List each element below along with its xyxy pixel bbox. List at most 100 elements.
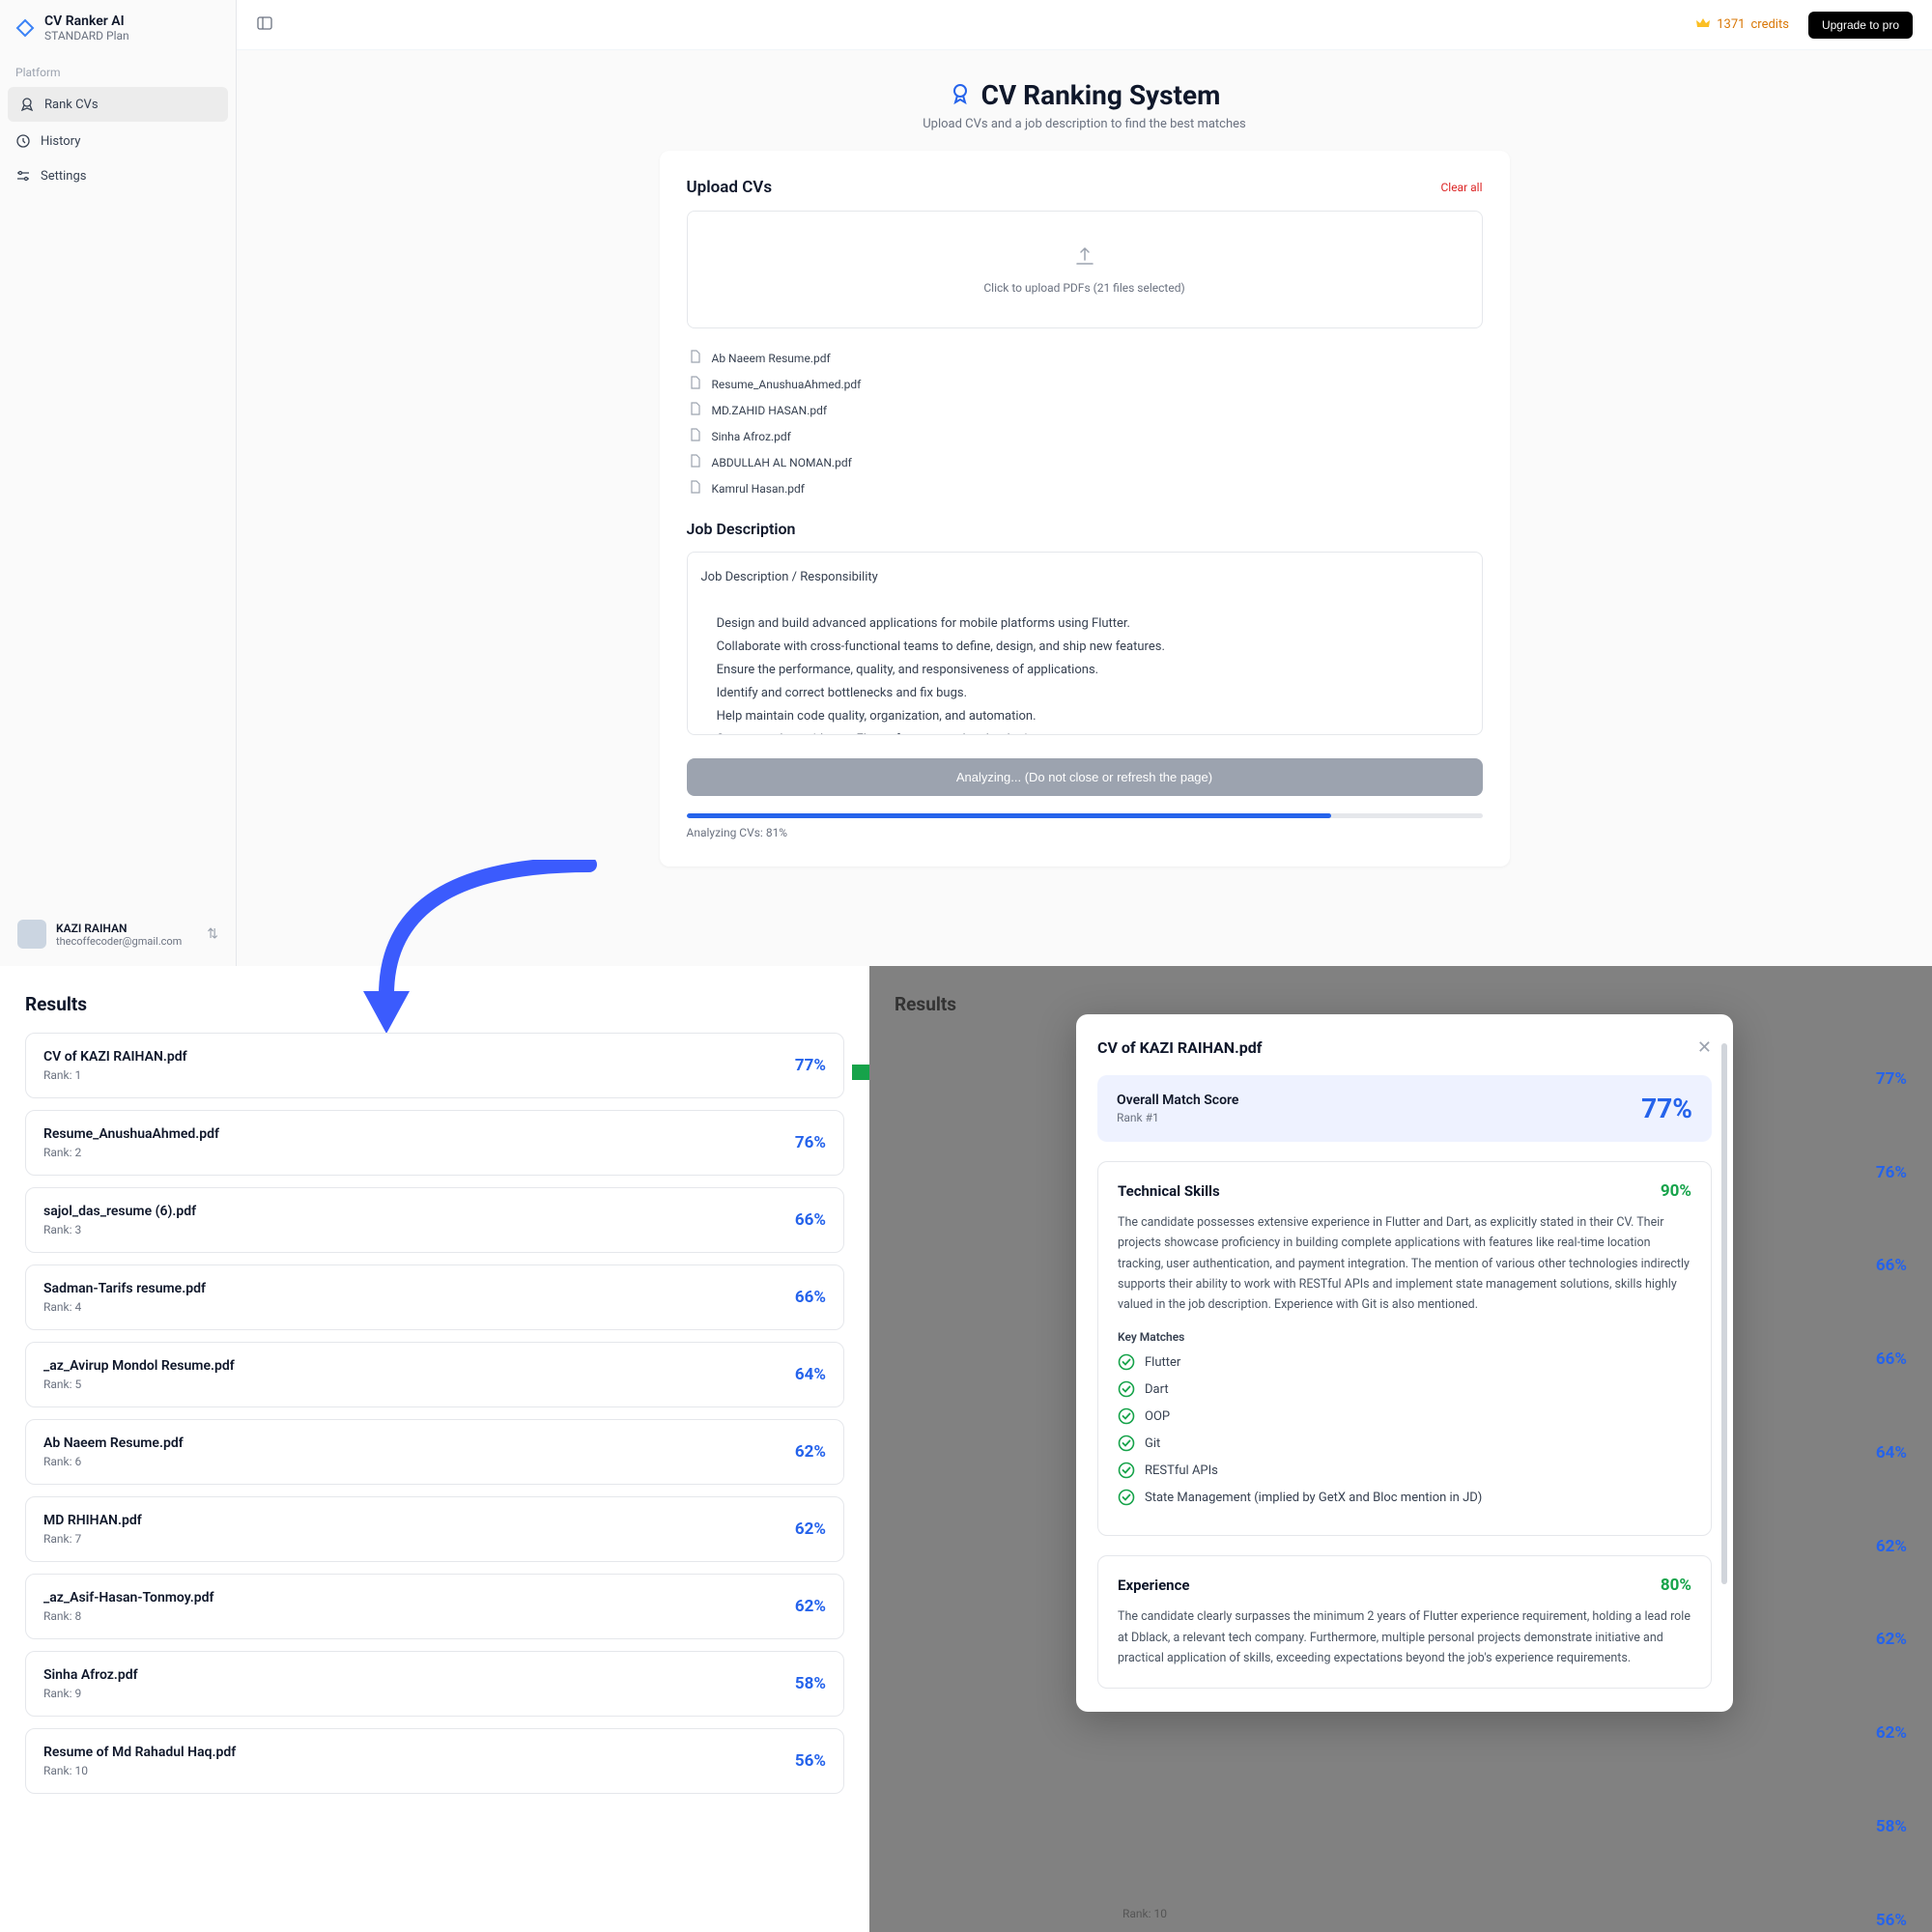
bg-result-score: 62%: [1876, 1630, 1907, 1649]
file-icon: [689, 402, 702, 418]
app-logo-icon: [15, 18, 35, 38]
result-score: 62%: [795, 1597, 826, 1616]
upload-zone[interactable]: Click to upload PDFs (21 files selected): [687, 211, 1483, 328]
tech-desc: The candidate possesses extensive experi…: [1118, 1212, 1691, 1315]
progress-bar: [687, 813, 1483, 818]
file-icon: [689, 454, 702, 470]
key-match-label: RESTful APIs: [1145, 1463, 1218, 1478]
app-name: CV Ranker AI: [44, 14, 129, 29]
result-score: 58%: [795, 1674, 826, 1693]
result-name: _az_Asif-Hasan-Tonmoy.pdf: [43, 1590, 213, 1605]
result-name: _az_Avirup Mondol Resume.pdf: [43, 1358, 235, 1374]
bg-result-score: 64%: [1876, 1443, 1907, 1463]
sidebar-item-rank-cvs[interactable]: Rank CVs: [8, 87, 228, 122]
file-icon: [689, 350, 702, 366]
award-icon: [949, 82, 972, 109]
credits-display: 1371 credits: [1695, 15, 1789, 35]
overall-rank: Rank #1: [1117, 1111, 1238, 1124]
overall-score: 77%: [1641, 1093, 1692, 1124]
exp-desc: The candidate clearly surpasses the mini…: [1118, 1606, 1691, 1668]
results-title: Results: [25, 993, 844, 1015]
result-row[interactable]: Sinha Afroz.pdf Rank: 9 58%: [25, 1651, 844, 1717]
credits-label: credits: [1750, 17, 1788, 32]
bg-rank-text: Rank: 10: [1122, 1907, 1167, 1920]
result-row[interactable]: _az_Asif-Hasan-Tonmoy.pdf Rank: 8 62%: [25, 1574, 844, 1639]
result-rank: Rank: 2: [43, 1146, 219, 1159]
key-match-label: Flutter: [1145, 1355, 1180, 1370]
result-row[interactable]: Resume of Md Rahadul Haq.pdf Rank: 10 56%: [25, 1728, 844, 1794]
bg-result-score: 66%: [1876, 1256, 1907, 1275]
file-row: Ab Naeem Resume.pdf: [689, 350, 1481, 366]
file-row: Kamrul Hasan.pdf: [689, 480, 1481, 497]
sidebar-item-label: Settings: [41, 169, 86, 184]
result-row[interactable]: Ab Naeem Resume.pdfRank: 662%: [25, 1419, 844, 1485]
result-name: Ab Naeem Resume.pdf: [43, 1435, 184, 1451]
file-name: Kamrul Hasan.pdf: [712, 482, 805, 496]
jd-section-title: Job Description: [687, 520, 1483, 538]
result-row[interactable]: _az_Avirup Mondol Resume.pdfRank: 564%: [25, 1342, 844, 1407]
result-row[interactable]: CV of KAZI RAIHAN.pdfRank: 177%: [25, 1033, 844, 1098]
file-name: MD.ZAHID HASAN.pdf: [712, 404, 828, 417]
file-name: Resume_AnushuaAhmed.pdf: [712, 378, 862, 391]
result-row[interactable]: MD RHIHAN.pdfRank: 762%: [25, 1496, 844, 1562]
topbar: 1371 credits Upgrade to pro: [237, 0, 1932, 50]
result-score: 66%: [795, 1210, 826, 1230]
results-panel-right: Results 77%76%66%66%64%62%62%62%58%56% R…: [869, 966, 1932, 1932]
result-name: Sinha Afroz.pdf: [43, 1667, 138, 1683]
panel-toggle-icon[interactable]: [256, 14, 273, 36]
result-rank: Rank: 9: [43, 1687, 138, 1700]
tech-skills-section: Technical Skills 90% The candidate posse…: [1097, 1161, 1712, 1536]
exp-score: 80%: [1661, 1576, 1691, 1595]
check-circle-icon: [1118, 1489, 1135, 1506]
medal-icon: [19, 97, 35, 112]
close-icon[interactable]: ✕: [1697, 1037, 1712, 1058]
clock-icon: [15, 133, 31, 149]
analyze-button[interactable]: Analyzing... (Do not close or refresh th…: [687, 758, 1483, 796]
user-name: KAZI RAIHAN: [56, 922, 182, 935]
result-score: 64%: [795, 1365, 826, 1384]
user-menu[interactable]: KAZI RAIHAN thecoffecoder@gmail.com ⇅: [10, 912, 226, 956]
key-match-item: OOP: [1118, 1407, 1691, 1425]
result-score: 77%: [795, 1056, 826, 1075]
tech-title: Technical Skills: [1118, 1182, 1220, 1200]
upgrade-button[interactable]: Upgrade to pro: [1808, 12, 1913, 39]
sidebar-item-settings[interactable]: Settings: [0, 158, 236, 193]
result-rank: Rank: 7: [43, 1532, 142, 1546]
result-name: Sadman-Tarifs resume.pdf: [43, 1281, 206, 1296]
crown-icon: [1695, 15, 1711, 35]
result-score: 56%: [795, 1751, 826, 1771]
file-icon: [689, 480, 702, 497]
check-circle-icon: [1118, 1380, 1135, 1398]
cv-detail-modal: CV of KAZI RAIHAN.pdf ✕ Overall Match Sc…: [1076, 1014, 1733, 1712]
key-matches-label: Key Matches: [1118, 1330, 1691, 1344]
key-match-item: Dart: [1118, 1380, 1691, 1398]
result-row[interactable]: sajol_das_resume (6).pdfRank: 366%: [25, 1187, 844, 1253]
progress-text: Analyzing CVs: 81%: [687, 826, 1483, 839]
overall-score-box: Overall Match Score Rank #1 77%: [1097, 1075, 1712, 1142]
result-row[interactable]: Resume_AnushuaAhmed.pdfRank: 276%: [25, 1110, 844, 1176]
result-rank: Rank: 10: [43, 1764, 236, 1777]
sidebar: CV Ranker AI STANDARD Plan Platform Rank…: [0, 0, 237, 966]
result-rank: Rank: 8: [43, 1609, 213, 1623]
file-list: Ab Naeem Resume.pdf Resume_AnushuaAhmed.p…: [687, 346, 1483, 500]
result-rank: Rank: 4: [43, 1300, 206, 1314]
sidebar-item-label: History: [41, 134, 80, 149]
scrollbar[interactable]: [1721, 1043, 1727, 1584]
sidebar-item-history[interactable]: History: [0, 124, 236, 158]
user-email: thecoffecoder@gmail.com: [56, 935, 182, 948]
result-name: sajol_das_resume (6).pdf: [43, 1204, 196, 1219]
check-circle-icon: [1118, 1407, 1135, 1425]
key-match-item: Git: [1118, 1435, 1691, 1452]
result-row[interactable]: Sadman-Tarifs resume.pdfRank: 466%: [25, 1264, 844, 1330]
key-match-label: Dart: [1145, 1382, 1169, 1397]
key-match-label: OOP: [1145, 1409, 1170, 1424]
key-match-label: Git: [1145, 1436, 1160, 1451]
file-name: Sinha Afroz.pdf: [712, 430, 791, 443]
result-name: Resume of Md Rahadul Haq.pdf: [43, 1745, 236, 1760]
check-circle-icon: [1118, 1462, 1135, 1479]
results-panel-left: Results CV of KAZI RAIHAN.pdfRank: 177% R…: [0, 966, 869, 1833]
experience-section: Experience 80% The candidate clearly sur…: [1097, 1555, 1712, 1689]
clear-all-link[interactable]: Clear all: [1440, 181, 1482, 194]
key-match-label: State Management (implied by GetX and Bl…: [1145, 1491, 1482, 1505]
jd-textarea[interactable]: [687, 552, 1483, 735]
